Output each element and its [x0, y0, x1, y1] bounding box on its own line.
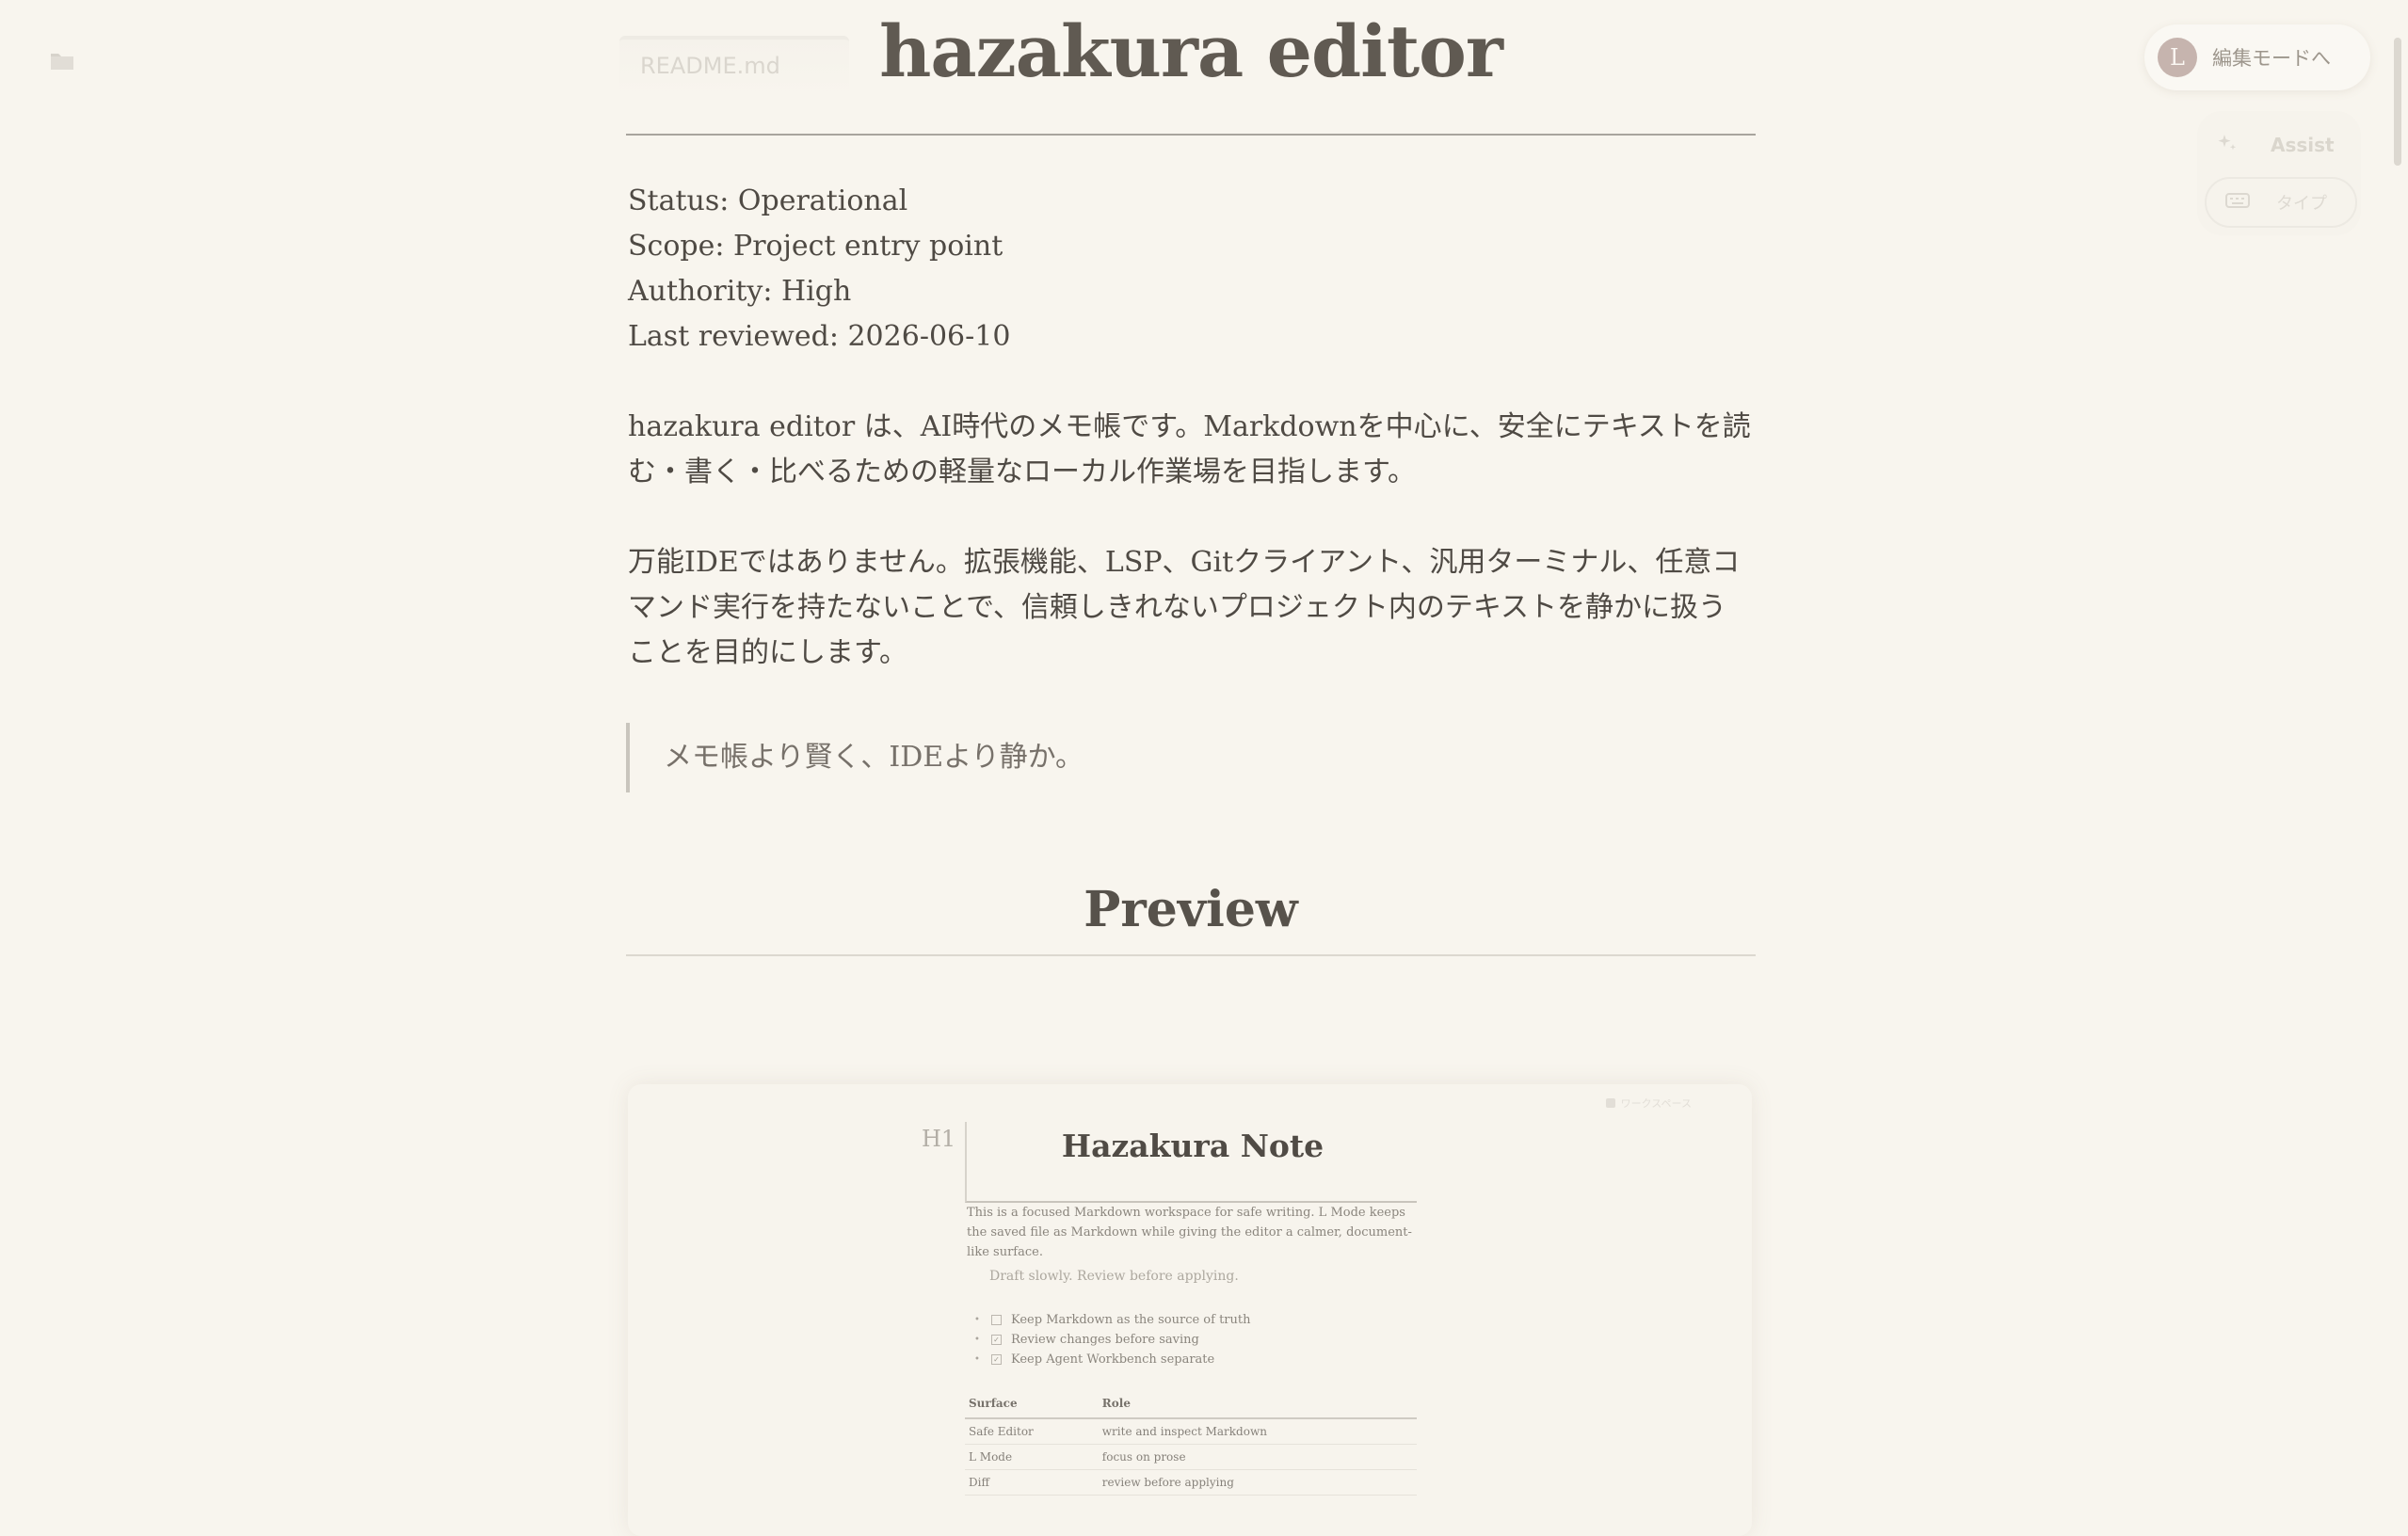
preview-title: Hazakura Note [1061, 1128, 1324, 1164]
status-dot-icon [1605, 1098, 1615, 1108]
meta-last-reviewed: Last reviewed: 2026-06-10 [628, 320, 1011, 353]
heading-marker: H1 [922, 1126, 956, 1152]
avatar: L [2158, 38, 2197, 77]
preview-body: This is a focused Markdown workspace for… [967, 1206, 1412, 1259]
bullet-icon: • [974, 1335, 980, 1345]
table-header: Role [1098, 1391, 1417, 1419]
folder-icon[interactable] [49, 49, 75, 72]
title-divider [626, 134, 1756, 136]
list-item: • Keep Markdown as the source of truth [974, 1310, 1250, 1330]
task-label: Review changes before saving [1011, 1333, 1199, 1347]
table-cell: Safe Editor [965, 1418, 1099, 1445]
bullet-icon: • [974, 1315, 980, 1325]
type-label: タイプ [2276, 194, 2327, 214]
sparkle-icon [2216, 132, 2239, 159]
assist-label: Assist [2271, 134, 2335, 156]
preview-status: ワークスペース [1605, 1096, 1692, 1111]
task-label: Keep Markdown as the source of truth [1011, 1313, 1251, 1327]
assist-panel: Assist タイプ [2197, 111, 2361, 235]
table-row: Diff review before applying [965, 1469, 1417, 1496]
table-cell: focus on prose [1098, 1444, 1417, 1470]
table-row: Safe Editor write and inspect Markdown [965, 1418, 1417, 1445]
checkbox-checked-icon: ✓ [991, 1335, 1002, 1345]
preview-quote: Draft slowly. Review before applying. [989, 1269, 1239, 1284]
checkbox-unchecked-icon [991, 1315, 1002, 1325]
intro-paragraph: hazakura editor は、AI時代のメモ帳です。Markdownを中心… [628, 410, 1751, 488]
type-button[interactable]: タイプ [2205, 177, 2357, 228]
bullet-icon: • [974, 1354, 980, 1365]
preview-title-block: Hazakura Note [965, 1122, 1417, 1203]
section-divider [626, 954, 1756, 956]
checkbox-checked-icon: ✓ [991, 1354, 1002, 1365]
meta-status: Status: Operational [628, 184, 908, 217]
meta-scope: Scope: Project entry point [628, 230, 1003, 263]
assist-button[interactable]: Assist [2216, 122, 2342, 168]
table-row: L Mode focus on prose [965, 1444, 1417, 1470]
keyboard-icon [2225, 192, 2250, 214]
preview-table: Surface Role Safe Editor write and inspe… [965, 1391, 1417, 1496]
table-cell: write and inspect Markdown [1098, 1418, 1417, 1445]
section-heading-preview: Preview [1084, 881, 1298, 938]
scrollbar-thumb[interactable] [2394, 38, 2401, 166]
preview-status-label: ワークスペース [1620, 1097, 1692, 1110]
edit-mode-label: 編集モードへ [2212, 47, 2331, 70]
scrollbar[interactable] [2389, 0, 2408, 1527]
table-header: Surface [965, 1391, 1099, 1419]
edit-mode-button[interactable]: L 編集モードへ [2144, 24, 2370, 90]
metadata-list: Status: Operational Scope: Project entry… [628, 179, 1010, 360]
task-label: Keep Agent Workbench separate [1011, 1352, 1215, 1367]
list-item: • ✓ Review changes before saving [974, 1330, 1250, 1350]
preview-image: ワークスペース H1 Hazakura Note This is a focus… [628, 1084, 1752, 1536]
preview-task-list: • Keep Markdown as the source of truth •… [974, 1310, 1250, 1369]
page-title: hazakura editor [879, 9, 1503, 93]
meta-authority: Authority: High [628, 275, 852, 308]
scope-paragraph: 万能IDEではありません。拡張機能、LSP、Gitクライアント、汎用ターミナル、… [628, 546, 1741, 669]
table-cell: Diff [965, 1469, 1099, 1496]
table-cell: review before applying [1098, 1469, 1417, 1496]
table-cell: L Mode [965, 1444, 1099, 1470]
blockquote: メモ帳より賢く、IDEより静か。 [626, 723, 1752, 792]
list-item: • ✓ Keep Agent Workbench separate [974, 1350, 1250, 1369]
table-header-row: Surface Role [965, 1391, 1417, 1419]
